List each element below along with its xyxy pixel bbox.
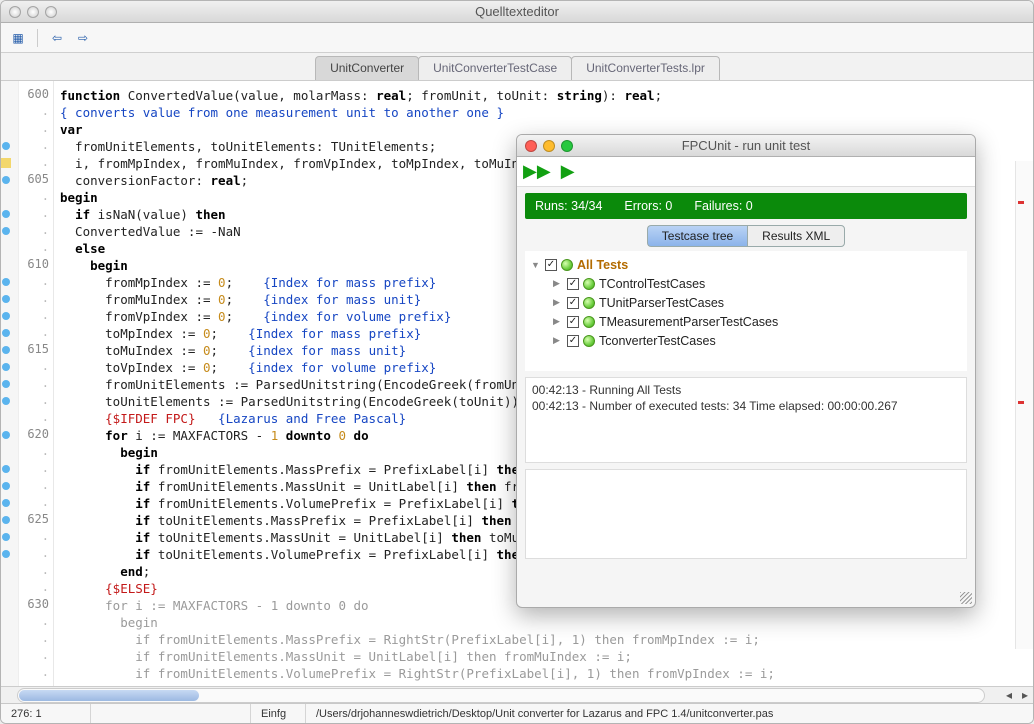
test-log: 00:42:13 - Running All Tests00:42:13 - N… xyxy=(525,377,967,463)
failures-count: Failures: 0 xyxy=(694,199,752,213)
tree-node[interactable]: ▼ ✓ All Tests xyxy=(531,255,961,274)
tree-label: TMeasurementParserTestCases xyxy=(599,315,778,329)
checkbox[interactable]: ✓ xyxy=(567,316,579,328)
tree-label: TControlTestCases xyxy=(599,277,705,291)
test-tree[interactable]: ▼ ✓ All Tests ▶ ✓ TControlTestCases ▶ ✓ TUnitPar… xyxy=(525,251,967,371)
resize-grip-icon[interactable] xyxy=(960,592,972,604)
status-pass-icon xyxy=(583,335,595,347)
fpcunit-window[interactable]: FPCUnit - run unit test ▶▶ ▶ Runs: 34/34… xyxy=(516,134,976,608)
checkbox[interactable]: ✓ xyxy=(567,297,579,309)
runs-count: Runs: 34/34 xyxy=(535,199,602,213)
unit-icon[interactable]: ▦ xyxy=(9,29,27,47)
editor-tabs: UnitConverterUnitConverterTestCaseUnitCo… xyxy=(1,53,1033,81)
test-status-bar: Runs: 34/34 Errors: 0 Failures: 0 xyxy=(525,193,967,219)
status-pass-icon xyxy=(583,297,595,309)
disclosure-icon[interactable]: ▼ xyxy=(531,260,541,270)
tab-unitconverter[interactable]: UnitConverter xyxy=(315,56,419,80)
status-pass-icon xyxy=(583,316,595,328)
disclosure-icon[interactable]: ▶ xyxy=(553,335,563,346)
view-segmented-control: Testcase tree Results XML xyxy=(517,225,975,247)
status-bar: 276: 1 Einfg /Users/drjohanneswdietrich/… xyxy=(1,703,1033,723)
insert-mode: Einfg xyxy=(251,704,306,723)
nav-back-icon[interactable]: ⇦ xyxy=(48,29,66,47)
tab-unitconvertertests-lpr[interactable]: UnitConverterTests.lpr xyxy=(571,56,720,80)
fpcunit-titlebar[interactable]: FPCUnit - run unit test xyxy=(517,135,975,157)
checkbox[interactable]: ✓ xyxy=(545,259,557,271)
tab-unitconvertertestcase[interactable]: UnitConverterTestCase xyxy=(418,56,572,80)
checkbox[interactable]: ✓ xyxy=(567,278,579,290)
disclosure-icon[interactable]: ▶ xyxy=(553,278,563,289)
checkbox[interactable]: ✓ xyxy=(567,335,579,347)
scroll-right-icon[interactable]: ▸ xyxy=(1017,688,1033,702)
cursor-position: 276: 1 xyxy=(1,704,91,723)
details-pane xyxy=(525,469,967,559)
disclosure-icon[interactable]: ▶ xyxy=(553,297,563,308)
status-pass-icon xyxy=(583,278,595,290)
marker-gutter[interactable] xyxy=(1,81,19,686)
fpcunit-title: FPCUnit - run unit test xyxy=(517,138,975,153)
tree-node[interactable]: ▶ ✓ TconverterTestCases xyxy=(531,331,961,350)
tree-node[interactable]: ▶ ✓ TControlTestCases xyxy=(531,274,961,293)
scrollbar-thumb[interactable] xyxy=(19,690,199,701)
disclosure-icon[interactable]: ▶ xyxy=(553,316,563,327)
errors-count: Errors: 0 xyxy=(624,199,672,213)
tab-testcase-tree[interactable]: Testcase tree xyxy=(647,225,747,247)
line-number-gutter: 600....605....610....615....620....625..… xyxy=(19,81,53,686)
overview-ruler[interactable] xyxy=(1015,161,1033,649)
tab-results-xml[interactable]: Results XML xyxy=(747,225,845,247)
horizontal-scrollbar[interactable]: ◂ ▸ xyxy=(1,686,1033,703)
run-all-button[interactable]: ▶▶ xyxy=(523,161,551,182)
run-button[interactable]: ▶ xyxy=(561,161,575,182)
tree-node[interactable]: ▶ ✓ TMeasurementParserTestCases xyxy=(531,312,961,331)
editor-titlebar[interactable]: Quelltexteditor xyxy=(1,1,1033,23)
tree-label: All Tests xyxy=(577,258,628,272)
window-title: Quelltexteditor xyxy=(1,4,1033,19)
tree-label: TconverterTestCases xyxy=(599,334,716,348)
tree-node[interactable]: ▶ ✓ TUnitParserTestCases xyxy=(531,293,961,312)
tree-label: TUnitParserTestCases xyxy=(599,296,724,310)
editor-toolbar: ▦ ⇦ ⇨ xyxy=(1,23,1033,53)
scroll-left-icon[interactable]: ◂ xyxy=(1001,688,1017,702)
nav-forward-icon[interactable]: ⇨ xyxy=(74,29,92,47)
file-path: /Users/drjohanneswdietrich/Desktop/Unit … xyxy=(306,708,1033,720)
status-empty xyxy=(91,704,251,723)
status-pass-icon xyxy=(561,259,573,271)
fpcunit-toolbar: ▶▶ ▶ xyxy=(517,157,975,187)
